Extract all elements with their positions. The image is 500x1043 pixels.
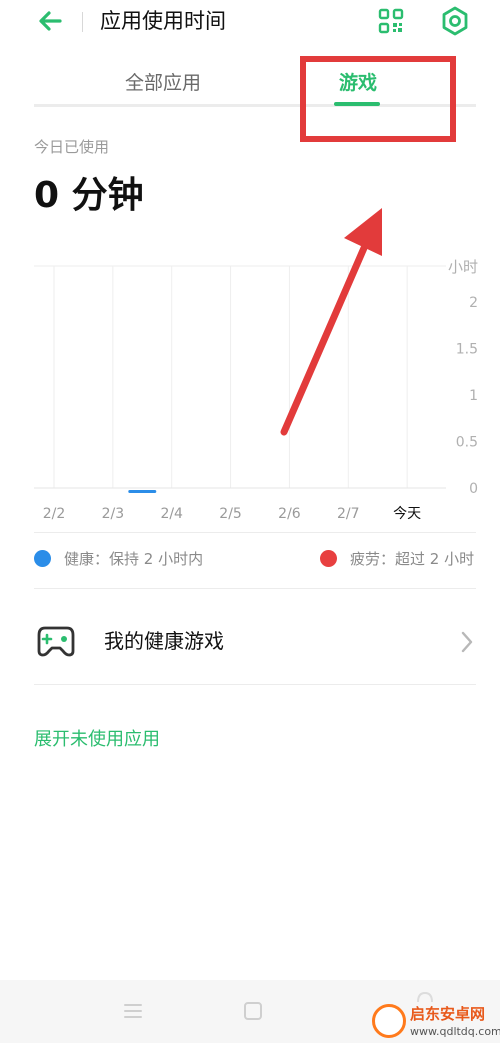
usage-chart-svg: 小时 2 1.5 1 0.5 0 2/2 2/3 2/4 2/5 2/6 2/7 今天 <box>34 258 478 522</box>
chart-divider <box>34 532 476 533</box>
legend-tired-dot <box>320 550 337 567</box>
x-tick-label: 2/4 <box>160 506 183 522</box>
usage-label: 今日已使用 <box>34 138 110 156</box>
health-games-row[interactable]: 我的健康游戏 <box>34 604 476 680</box>
x-tick-label: 2/2 <box>43 506 66 522</box>
expand-unused-apps-link[interactable]: 展开未使用应用 <box>34 726 160 754</box>
arrow-left-icon[interactable] <box>36 8 64 34</box>
chevron-right-icon <box>461 631 473 653</box>
x-tick-label: 2/7 <box>337 506 360 522</box>
tab-all-apps[interactable]: 全部应用 <box>108 66 218 100</box>
watermark-url: www.qdltdq.com <box>410 1025 500 1038</box>
app-header: 应用使用时间 <box>0 0 500 44</box>
recent-apps-icon[interactable] <box>124 1002 142 1020</box>
bar-2/3 <box>128 490 157 493</box>
x-tick-label: 2/5 <box>219 506 242 522</box>
annotation-arrow <box>280 208 382 436</box>
x-tick-label: 2/3 <box>102 506 125 522</box>
legend-healthy-dot <box>34 550 51 567</box>
chart-legend: 健康：保持 2 小时内 疲劳：超过 2 小时 <box>34 546 476 572</box>
legend-healthy-label: 健康：保持 2 小时内 <box>64 550 204 568</box>
y-tick-label: 2 <box>469 295 478 311</box>
watermark-title: 启东安卓网 <box>410 1005 486 1023</box>
y-tick-label: 0 <box>469 481 478 497</box>
x-tick-label: 2/6 <box>278 506 301 522</box>
health-row-divider <box>34 684 476 685</box>
annotation-highlight-box <box>300 56 456 142</box>
watermark: 启东安卓网 www.qdltdq.com <box>372 1004 500 1043</box>
legend-divider <box>34 588 476 589</box>
usage-chart: 小时 2 1.5 1 0.5 0 2/2 2/3 2/4 2/5 2/6 2/7 今天 <box>0 250 500 530</box>
legend-tired-label: 疲劳：超过 2 小时 <box>350 550 475 568</box>
watermark-logo <box>372 1004 406 1038</box>
y-tick-label: 1 <box>469 388 478 404</box>
page-title: 应用使用时间 <box>100 9 226 33</box>
header-divider <box>82 12 83 32</box>
home-icon[interactable] <box>244 1002 262 1020</box>
y-axis-label: 小时 <box>448 258 478 276</box>
health-games-label: 我的健康游戏 <box>104 629 224 653</box>
usage-value: 0 分钟 <box>34 175 144 216</box>
x-tick-label: 今天 <box>393 506 421 522</box>
qr-code-icon[interactable] <box>378 8 404 34</box>
y-tick-label: 1.5 <box>456 342 478 358</box>
y-tick-label: 0.5 <box>456 435 478 451</box>
hexagon-gear-icon[interactable] <box>440 6 470 36</box>
gamepad-icon <box>37 626 75 657</box>
